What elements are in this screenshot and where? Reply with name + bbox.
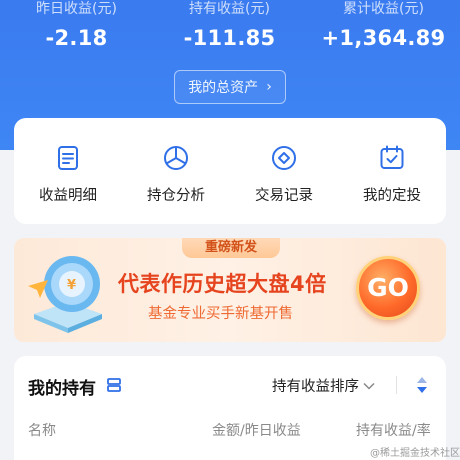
menu-trade-records[interactable]: 交易记录 [230, 118, 338, 224]
sort-label: 持有收益排序 [272, 379, 359, 395]
document-icon [58, 146, 78, 170]
calendar-check-icon [380, 145, 404, 169]
banner-tag: 重磅新发 [182, 238, 280, 258]
menu-position-analysis[interactable]: 持仓分析 [122, 118, 230, 224]
stat-holding-value: -111.85 [183, 26, 276, 50]
pie-chart-icon [164, 146, 188, 170]
stat-holding-label: 持有收益(元) [189, 1, 270, 17]
menu-my-investment-plan-label: 我的定投 [363, 188, 421, 204]
list-view-icon[interactable] [106, 377, 122, 393]
column-header-name: 名称 [28, 423, 56, 439]
stat-holding[interactable]: 持有收益(元) -111.85 [153, 0, 306, 50]
menu-position-analysis-label: 持仓分析 [147, 188, 205, 204]
banner-title: 代表作历史超大盘4倍 [118, 272, 327, 296]
stat-yesterday-value: -2.18 [45, 26, 108, 50]
promo-banner[interactable]: 重磅新发 ¥ 代表作历史超大盘4倍 基金专业买手新基开售 GO [14, 238, 446, 342]
menu-my-investment-plan[interactable]: 我的定投 [338, 118, 446, 224]
fund-illustration-icon: ¥ [28, 256, 102, 333]
menu-income-detail[interactable]: 收益明细 [14, 118, 122, 224]
svg-text:¥: ¥ [67, 278, 76, 293]
column-header-amount: 金额/昨日收益 [212, 423, 301, 439]
holdings-title: 我的持有 [28, 379, 96, 399]
chevron-down-icon [363, 382, 375, 390]
chevron-right-icon: › [266, 79, 272, 95]
total-assets-label: 我的总资产 [188, 80, 259, 96]
total-assets-button[interactable]: 我的总资产 › [174, 70, 286, 104]
divider [396, 376, 397, 394]
sort-dropdown[interactable]: 持有收益排序 [272, 375, 375, 396]
stat-cumulative-value: +1,364.89 [321, 26, 446, 50]
stat-cumulative-label: 累计收益(元) [343, 1, 424, 17]
stat-yesterday[interactable]: 昨日收益(元) -2.18 [0, 0, 153, 50]
menu-trade-records-label: 交易记录 [255, 188, 313, 204]
quick-menu: 收益明细 持仓分析 交易记录 我的定投 [14, 118, 446, 224]
menu-income-detail-label: 收益明细 [39, 188, 97, 204]
stat-yesterday-label: 昨日收益(元) [36, 1, 117, 17]
earnings-stats: 昨日收益(元) -2.18 持有收益(元) -111.85 累计收益(元) +1… [0, 0, 460, 60]
column-header-profit: 持有收益/率 [356, 423, 431, 439]
go-button[interactable]: GO [356, 256, 420, 320]
banner-subtitle: 基金专业买手新基开售 [148, 306, 293, 322]
sort-order-icon[interactable] [416, 375, 428, 395]
watermark: @稀土掘金技术社区 [370, 448, 460, 459]
record-icon [272, 146, 296, 170]
stat-cumulative[interactable]: 累计收益(元) +1,364.89 [307, 0, 460, 50]
